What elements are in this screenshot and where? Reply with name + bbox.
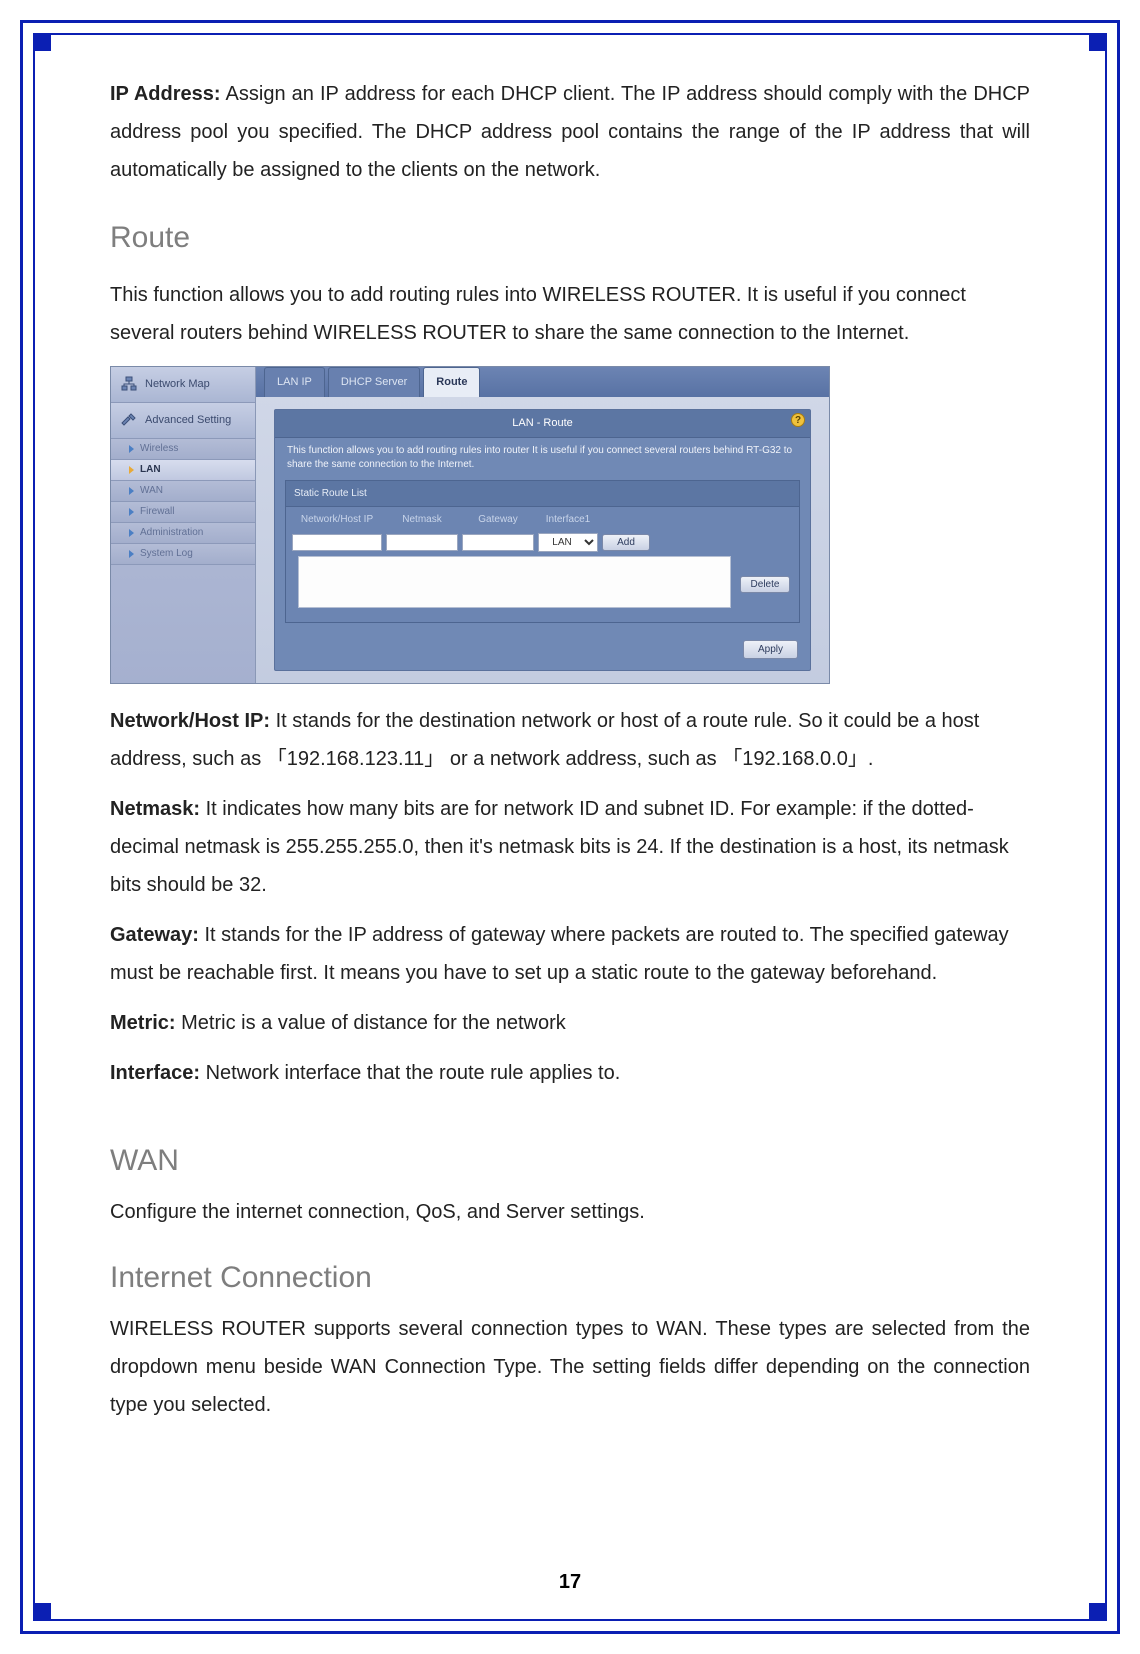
ip-address-text: Assign an IP address for each DHCP clien… — [110, 83, 1030, 181]
route-input-row: LAN Add — [286, 529, 799, 556]
apply-button[interactable]: Apply — [743, 640, 798, 659]
wan-heading: WAN — [110, 1132, 1030, 1189]
route-intro: This function allows you to add routing … — [110, 276, 1030, 352]
interface-text: Network interface that the route rule ap… — [200, 1062, 620, 1084]
netmask-input[interactable] — [386, 534, 458, 551]
panel-description: This function allows you to add routing … — [275, 438, 810, 480]
static-route-list-title: Static Route List — [286, 481, 799, 507]
sidebar-item-wireless[interactable]: Wireless — [111, 439, 255, 460]
route-columns-header: Network/Host IP Netmask Gateway Interfac… — [286, 507, 799, 529]
sidebar-item-wan[interactable]: WAN — [111, 481, 255, 502]
main-panel: LAN IP DHCP Server Route LAN - Route ? T… — [256, 367, 829, 683]
static-route-list-box: Static Route List Network/Host IP Netmas… — [285, 480, 800, 623]
sidebar-item-administration[interactable]: Administration — [111, 523, 255, 544]
route-list-area — [298, 556, 731, 608]
netmask-paragraph: Netmask: It indicates how many bits are … — [110, 790, 1030, 904]
gateway-text: It stands for the IP address of gateway … — [110, 924, 1009, 984]
sidebar-item-lan[interactable]: LAN — [111, 460, 255, 481]
interface-select[interactable]: LAN — [538, 533, 598, 552]
interface-label: Interface: — [110, 1062, 200, 1084]
metric-paragraph: Metric: Metric is a value of distance fo… — [110, 1004, 1030, 1042]
network-host-ip-paragraph: Network/Host IP: It stands for the desti… — [110, 702, 1030, 778]
page-number: 17 — [0, 1571, 1140, 1594]
internet-connection-text: WIRELESS ROUTER supports several connect… — [110, 1310, 1030, 1424]
arrow-icon — [129, 466, 134, 474]
col-network-host-ip: Network/Host IP — [292, 510, 382, 529]
sidebar-item-firewall[interactable]: Firewall — [111, 502, 255, 523]
arrow-icon — [129, 487, 134, 495]
delete-button[interactable]: Delete — [740, 576, 791, 593]
arrow-icon — [129, 508, 134, 516]
internet-connection-heading: Internet Connection — [110, 1249, 1030, 1306]
netmask-text: It indicates how many bits are for netwo… — [110, 798, 1009, 896]
tab-dhcp-server[interactable]: DHCP Server — [328, 367, 420, 397]
ip-address-paragraph: IP Address: Assign an IP address for eac… — [110, 75, 1030, 189]
col-interface: Interface1 — [538, 510, 598, 529]
sidebar-advanced-setting[interactable]: Advanced Setting — [111, 403, 255, 439]
netmask-label: Netmask: — [110, 798, 200, 820]
corner-bl — [33, 1603, 51, 1621]
wan-text: Configure the internet connection, QoS, … — [110, 1193, 1030, 1231]
gateway-input[interactable] — [462, 534, 534, 551]
col-netmask: Netmask — [386, 510, 458, 529]
metric-label: Metric: — [110, 1012, 176, 1034]
router-ui-screenshot: Network Map Advanced Setting Wireless LA… — [110, 366, 830, 684]
network-host-ip-input[interactable] — [292, 534, 382, 551]
gateway-label: Gateway: — [110, 924, 199, 946]
sidebar-item-label: Wireless — [140, 442, 178, 456]
arrow-icon — [129, 529, 134, 537]
metric-text: Metric is a value of distance for the ne… — [176, 1012, 566, 1034]
sidebar-item-label: LAN — [140, 463, 161, 477]
network-map-icon — [121, 376, 137, 392]
interface-paragraph: Interface: Network interface that the ro… — [110, 1054, 1030, 1092]
sidebar-network-map-label: Network Map — [145, 374, 210, 395]
sidebar-item-label: System Log — [140, 547, 193, 561]
ip-address-label: IP Address: — [110, 83, 221, 105]
arrow-icon — [129, 550, 134, 558]
route-heading: Route — [110, 209, 1030, 266]
network-host-ip-label: Network/Host IP: — [110, 710, 270, 732]
tab-route[interactable]: Route — [423, 367, 480, 397]
sidebar-item-label: Firewall — [140, 505, 174, 519]
panel-title: LAN - Route — [275, 410, 810, 438]
sidebar-item-system-log[interactable]: System Log — [111, 544, 255, 565]
col-gateway: Gateway — [462, 510, 534, 529]
sidebar: Network Map Advanced Setting Wireless LA… — [111, 367, 256, 683]
tab-bar: LAN IP DHCP Server Route — [256, 367, 829, 397]
corner-tl — [33, 33, 51, 51]
corner-tr — [1089, 33, 1107, 51]
sidebar-item-label: Administration — [140, 526, 203, 540]
gateway-paragraph: Gateway: It stands for the IP address of… — [110, 916, 1030, 992]
add-button[interactable]: Add — [602, 534, 650, 551]
tab-lan-ip[interactable]: LAN IP — [264, 367, 325, 397]
help-icon[interactable]: ? — [791, 413, 805, 427]
tools-icon — [121, 412, 137, 428]
sidebar-item-label: WAN — [140, 484, 163, 498]
arrow-icon — [129, 445, 134, 453]
corner-br — [1089, 1603, 1107, 1621]
sidebar-network-map[interactable]: Network Map — [111, 367, 255, 403]
route-panel: LAN - Route ? This function allows you t… — [274, 409, 811, 671]
sidebar-advanced-setting-label: Advanced Setting — [145, 410, 231, 431]
